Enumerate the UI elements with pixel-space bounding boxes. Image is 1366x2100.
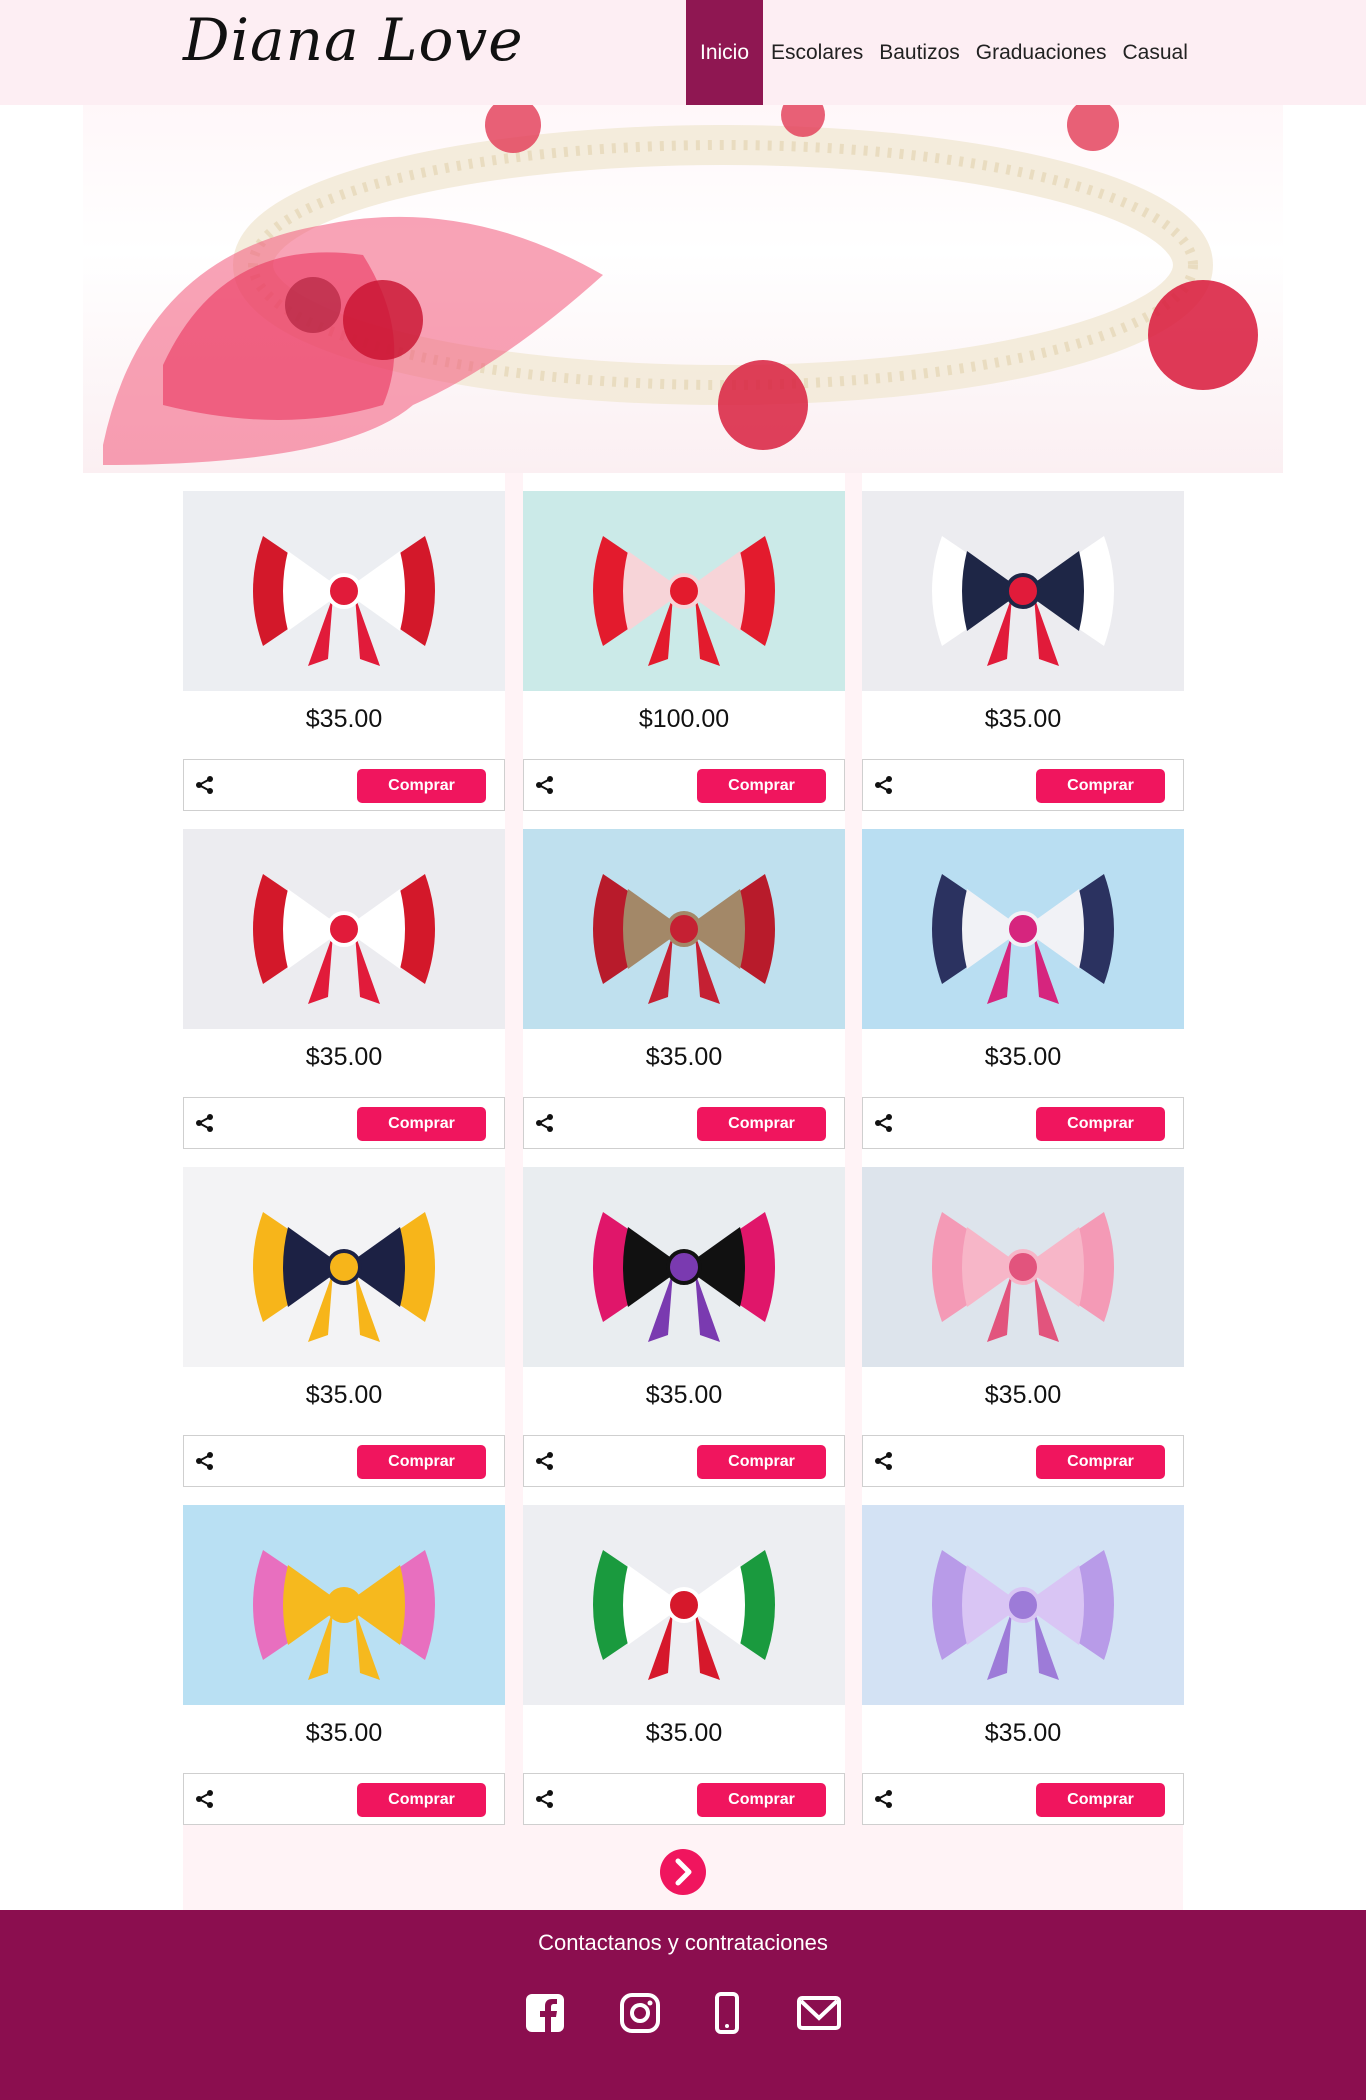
share-icon[interactable] <box>873 1112 895 1134</box>
buy-button[interactable]: Comprar <box>697 769 826 803</box>
product-actions: Comprar <box>523 1097 845 1149</box>
buy-button[interactable]: Comprar <box>1036 769 1165 803</box>
product-price: $35.00 <box>984 1719 1062 1747</box>
buy-button[interactable]: Comprar <box>697 1107 826 1141</box>
buy-button[interactable]: Comprar <box>697 1783 826 1817</box>
product-price: $35.00 <box>305 1043 383 1071</box>
product-price: $35.00 <box>645 1381 723 1409</box>
product-card: $35.00 Comprar <box>862 1487 1184 1825</box>
product-price: $35.00 <box>645 1719 723 1747</box>
phone-icon[interactable] <box>704 1990 750 2036</box>
logo[interactable]: Diana Love <box>183 6 524 74</box>
share-icon[interactable] <box>873 1450 895 1472</box>
product-actions: Comprar <box>523 1435 845 1487</box>
site-header: Diana Love Inicio Escolares Bautizos Gra… <box>0 0 1366 105</box>
main-nav: Inicio Escolares Bautizos Graduaciones C… <box>686 0 1196 105</box>
product-actions: Comprar <box>862 1773 1184 1825</box>
buy-button[interactable]: Comprar <box>357 1783 486 1817</box>
product-card: $35.00 Comprar <box>862 811 1184 1149</box>
nav-item-inicio[interactable]: Inicio <box>686 0 763 105</box>
facebook-icon[interactable] <box>522 1990 568 2036</box>
product-card: $35.00 Comprar <box>523 811 845 1149</box>
product-image[interactable] <box>862 1505 1184 1705</box>
product-price: $35.00 <box>645 1043 723 1071</box>
buy-button[interactable]: Comprar <box>1036 1445 1165 1479</box>
product-card: $35.00 Comprar <box>183 473 505 811</box>
nav-item-bautizos[interactable]: Bautizos <box>871 0 968 105</box>
product-actions: Comprar <box>183 1097 505 1149</box>
share-icon[interactable] <box>194 1788 216 1810</box>
buy-button[interactable]: Comprar <box>1036 1107 1165 1141</box>
product-image[interactable] <box>862 1167 1184 1367</box>
mail-icon[interactable] <box>796 1990 842 2036</box>
product-card: $35.00 Comprar <box>862 1149 1184 1487</box>
share-icon[interactable] <box>534 1788 556 1810</box>
instagram-icon[interactable] <box>617 1990 663 2036</box>
product-price: $35.00 <box>305 705 383 733</box>
product-actions: Comprar <box>862 1435 1184 1487</box>
site-footer: Contactanos y contrataciones <box>0 1910 1366 2100</box>
buy-button[interactable]: Comprar <box>1036 1783 1165 1817</box>
product-image[interactable] <box>862 491 1184 691</box>
share-icon[interactable] <box>534 1450 556 1472</box>
share-icon[interactable] <box>194 1450 216 1472</box>
product-card: $35.00 Comprar <box>523 1149 845 1487</box>
product-image[interactable] <box>862 829 1184 1029</box>
product-card: $35.00 Comprar <box>183 811 505 1149</box>
share-icon[interactable] <box>873 774 895 796</box>
product-card: $100.00 Comprar <box>523 473 845 811</box>
product-image[interactable] <box>183 1505 505 1705</box>
product-price: $35.00 <box>305 1381 383 1409</box>
product-image[interactable] <box>523 1167 845 1367</box>
footer-title: Contactanos y contrataciones <box>538 1930 828 1955</box>
product-image[interactable] <box>523 491 845 691</box>
share-icon[interactable] <box>534 774 556 796</box>
product-actions: Comprar <box>862 759 1184 811</box>
product-image[interactable] <box>183 491 505 691</box>
share-icon[interactable] <box>873 1788 895 1810</box>
share-icon[interactable] <box>194 1112 216 1134</box>
hero-banner-image <box>83 105 1283 473</box>
product-card: $35.00 Comprar <box>183 1149 505 1487</box>
product-actions: Comprar <box>523 759 845 811</box>
buy-button[interactable]: Comprar <box>357 1445 486 1479</box>
product-actions: Comprar <box>523 1773 845 1825</box>
product-actions: Comprar <box>183 1773 505 1825</box>
product-image[interactable] <box>183 829 505 1029</box>
product-actions: Comprar <box>183 759 505 811</box>
product-price: $100.00 <box>638 705 730 733</box>
buy-button[interactable]: Comprar <box>697 1445 826 1479</box>
buy-button[interactable]: Comprar <box>357 769 486 803</box>
product-price: $35.00 <box>984 705 1062 733</box>
next-page-button[interactable] <box>660 1849 706 1895</box>
buy-button[interactable]: Comprar <box>357 1107 486 1141</box>
chevron-right-icon <box>675 1858 692 1886</box>
product-price: $35.00 <box>984 1381 1062 1409</box>
product-actions: Comprar <box>862 1097 1184 1149</box>
product-card: $35.00 Comprar <box>862 473 1184 811</box>
product-price: $35.00 <box>984 1043 1062 1071</box>
share-icon[interactable] <box>534 1112 556 1134</box>
product-card: $35.00 Comprar <box>183 1487 505 1825</box>
nav-item-casual[interactable]: Casual <box>1115 0 1196 105</box>
product-actions: Comprar <box>183 1435 505 1487</box>
product-price: $35.00 <box>305 1719 383 1747</box>
nav-item-escolares[interactable]: Escolares <box>763 0 871 105</box>
social-icons <box>0 1990 1366 2040</box>
product-image[interactable] <box>523 829 845 1029</box>
product-image[interactable] <box>523 1505 845 1705</box>
share-icon[interactable] <box>194 774 216 796</box>
product-image[interactable] <box>183 1167 505 1367</box>
nav-item-graduaciones[interactable]: Graduaciones <box>968 0 1115 105</box>
product-card: $35.00 Comprar <box>523 1487 845 1825</box>
